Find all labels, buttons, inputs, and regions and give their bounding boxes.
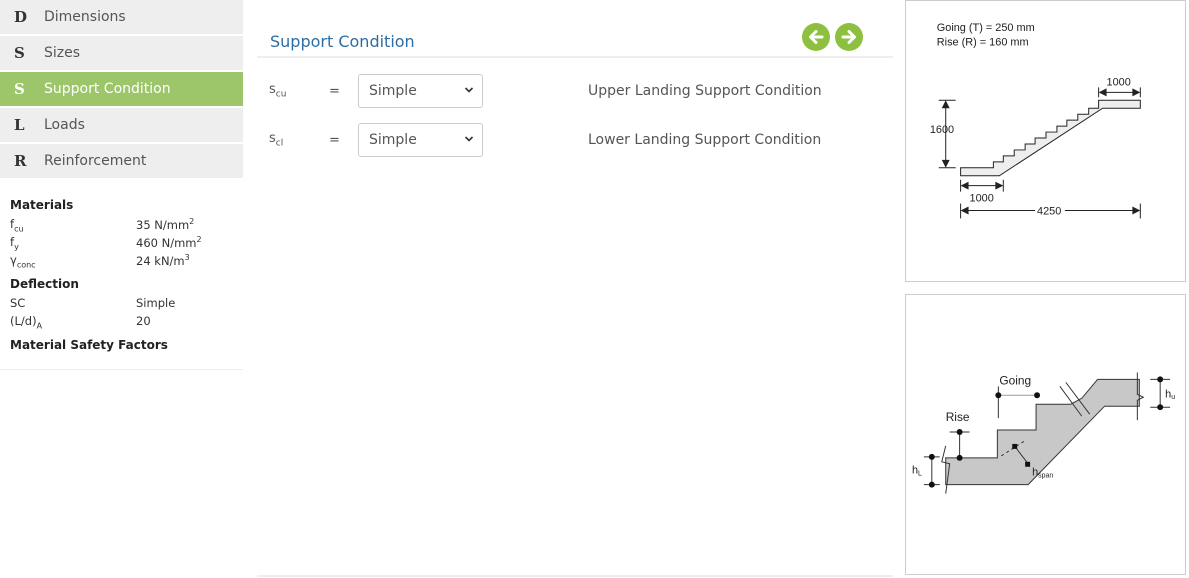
upper-support-select[interactable]: Simple [358,74,483,108]
total-length-dimension: 4250 [1037,205,1061,217]
main-panel: Support Condition scu = Simple Upper Lan… [257,0,893,578]
sidebar-item-loads[interactable]: L Loads [0,108,243,142]
summary-row-gamma-conc: γconc 24 kN/m3 [10,253,233,271]
summary-key: SC [10,296,26,310]
sidebar-item-sizes[interactable]: S Sizes [0,36,243,70]
lower-support-row: scl = Simple Lower Landing Support Condi… [257,123,893,157]
summary-key: γconc [10,253,36,270]
summary-key: (L/d)A [10,314,43,331]
summary-key: fy [10,235,19,252]
summary-row-fy: fy 460 N/mm2 [10,235,233,253]
deflection-heading: Deflection [10,277,79,291]
symbol-scl: scl [269,131,284,149]
nav-letter: S [14,44,25,62]
h-lower-label: hL [912,465,922,478]
stair-shape [960,99,1141,177]
equals-sign: = [329,83,340,99]
sidebar-item-dimensions[interactable]: D Dimensions [0,0,243,34]
footer-divider [257,575,893,577]
height-dimension: 1600 [930,124,954,136]
stair-dimensions-diagram: Going (T) = 250 mm Rise (R) = 160 mm 160… [905,0,1186,282]
nav-letter: R [14,152,27,170]
stair-section-diagram: Going Rise hL hspan hu [905,294,1186,575]
nav-label: Support Condition [44,81,171,97]
summary-row-ld: (L/d)A 20 [10,314,233,332]
stair-section-svg: Going Rise hL hspan hu [912,372,1175,494]
summary-row-fcu: fcu 35 N/mm2 [10,217,233,235]
sidebar-item-reinforcement[interactable]: R Reinforcement [0,144,243,178]
lower-support-description: Lower Landing Support Condition [588,132,822,148]
lower-landing-dimension: 1000 [970,193,994,205]
rise-label: Rise [946,410,970,424]
stair-dimensions-svg: Going (T) = 250 mm Rise (R) = 160 mm 160… [930,22,1141,219]
nav-letter: S [14,80,25,98]
summary-value: Simple [136,296,176,310]
summary-value: 20 [136,314,151,328]
upper-support-row: scu = Simple Upper Landing Support Condi… [257,74,893,108]
rise-label: Rise (R) = 160 mm [937,37,1029,49]
sidebar: D Dimensions S Sizes S Support Condition… [0,0,243,370]
summary-panel: Materials fcu 35 N/mm2 fy 460 N/mm2 γcon… [0,180,243,370]
equals-sign: = [329,132,340,148]
nav-label: Loads [44,117,85,133]
safety-factors-heading: Material Safety Factors [10,338,168,352]
nav-label: Reinforcement [44,153,147,169]
nav-label: Dimensions [44,9,126,25]
nav-label: Sizes [44,45,81,61]
summary-value: 35 N/mm2 [136,217,195,232]
nav-letter: L [14,116,25,134]
main-header: Support Condition [257,20,893,58]
chevron-down-icon [464,87,474,93]
sidebar-item-support-condition[interactable]: S Support Condition [0,72,243,106]
chevron-down-icon [464,136,474,142]
select-value: Simple [369,132,417,148]
upper-landing-dimension: 1000 [1107,76,1131,88]
summary-value: 24 kN/m3 [136,253,190,268]
h-upper-label: hu [1165,388,1175,401]
upper-support-description: Upper Landing Support Condition [588,83,822,99]
step-navigation [802,23,863,51]
stair-section-shape [945,378,1140,486]
symbol-scu: scu [269,82,287,100]
previous-button[interactable] [802,23,830,51]
page-title: Support Condition [270,32,415,51]
summary-value: 460 N/mm2 [136,235,202,250]
arrow-right-icon [841,30,856,44]
nav-letter: D [14,8,28,26]
summary-key: fcu [10,217,24,234]
arrow-left-icon [809,30,824,44]
going-label: Going (T) = 250 mm [937,22,1035,34]
going-label: Going [999,373,1031,387]
lower-support-select[interactable]: Simple [358,123,483,157]
materials-heading: Materials [10,198,74,212]
summary-row-sc: SC Simple [10,296,233,314]
select-value: Simple [369,83,417,99]
next-button[interactable] [835,23,863,51]
